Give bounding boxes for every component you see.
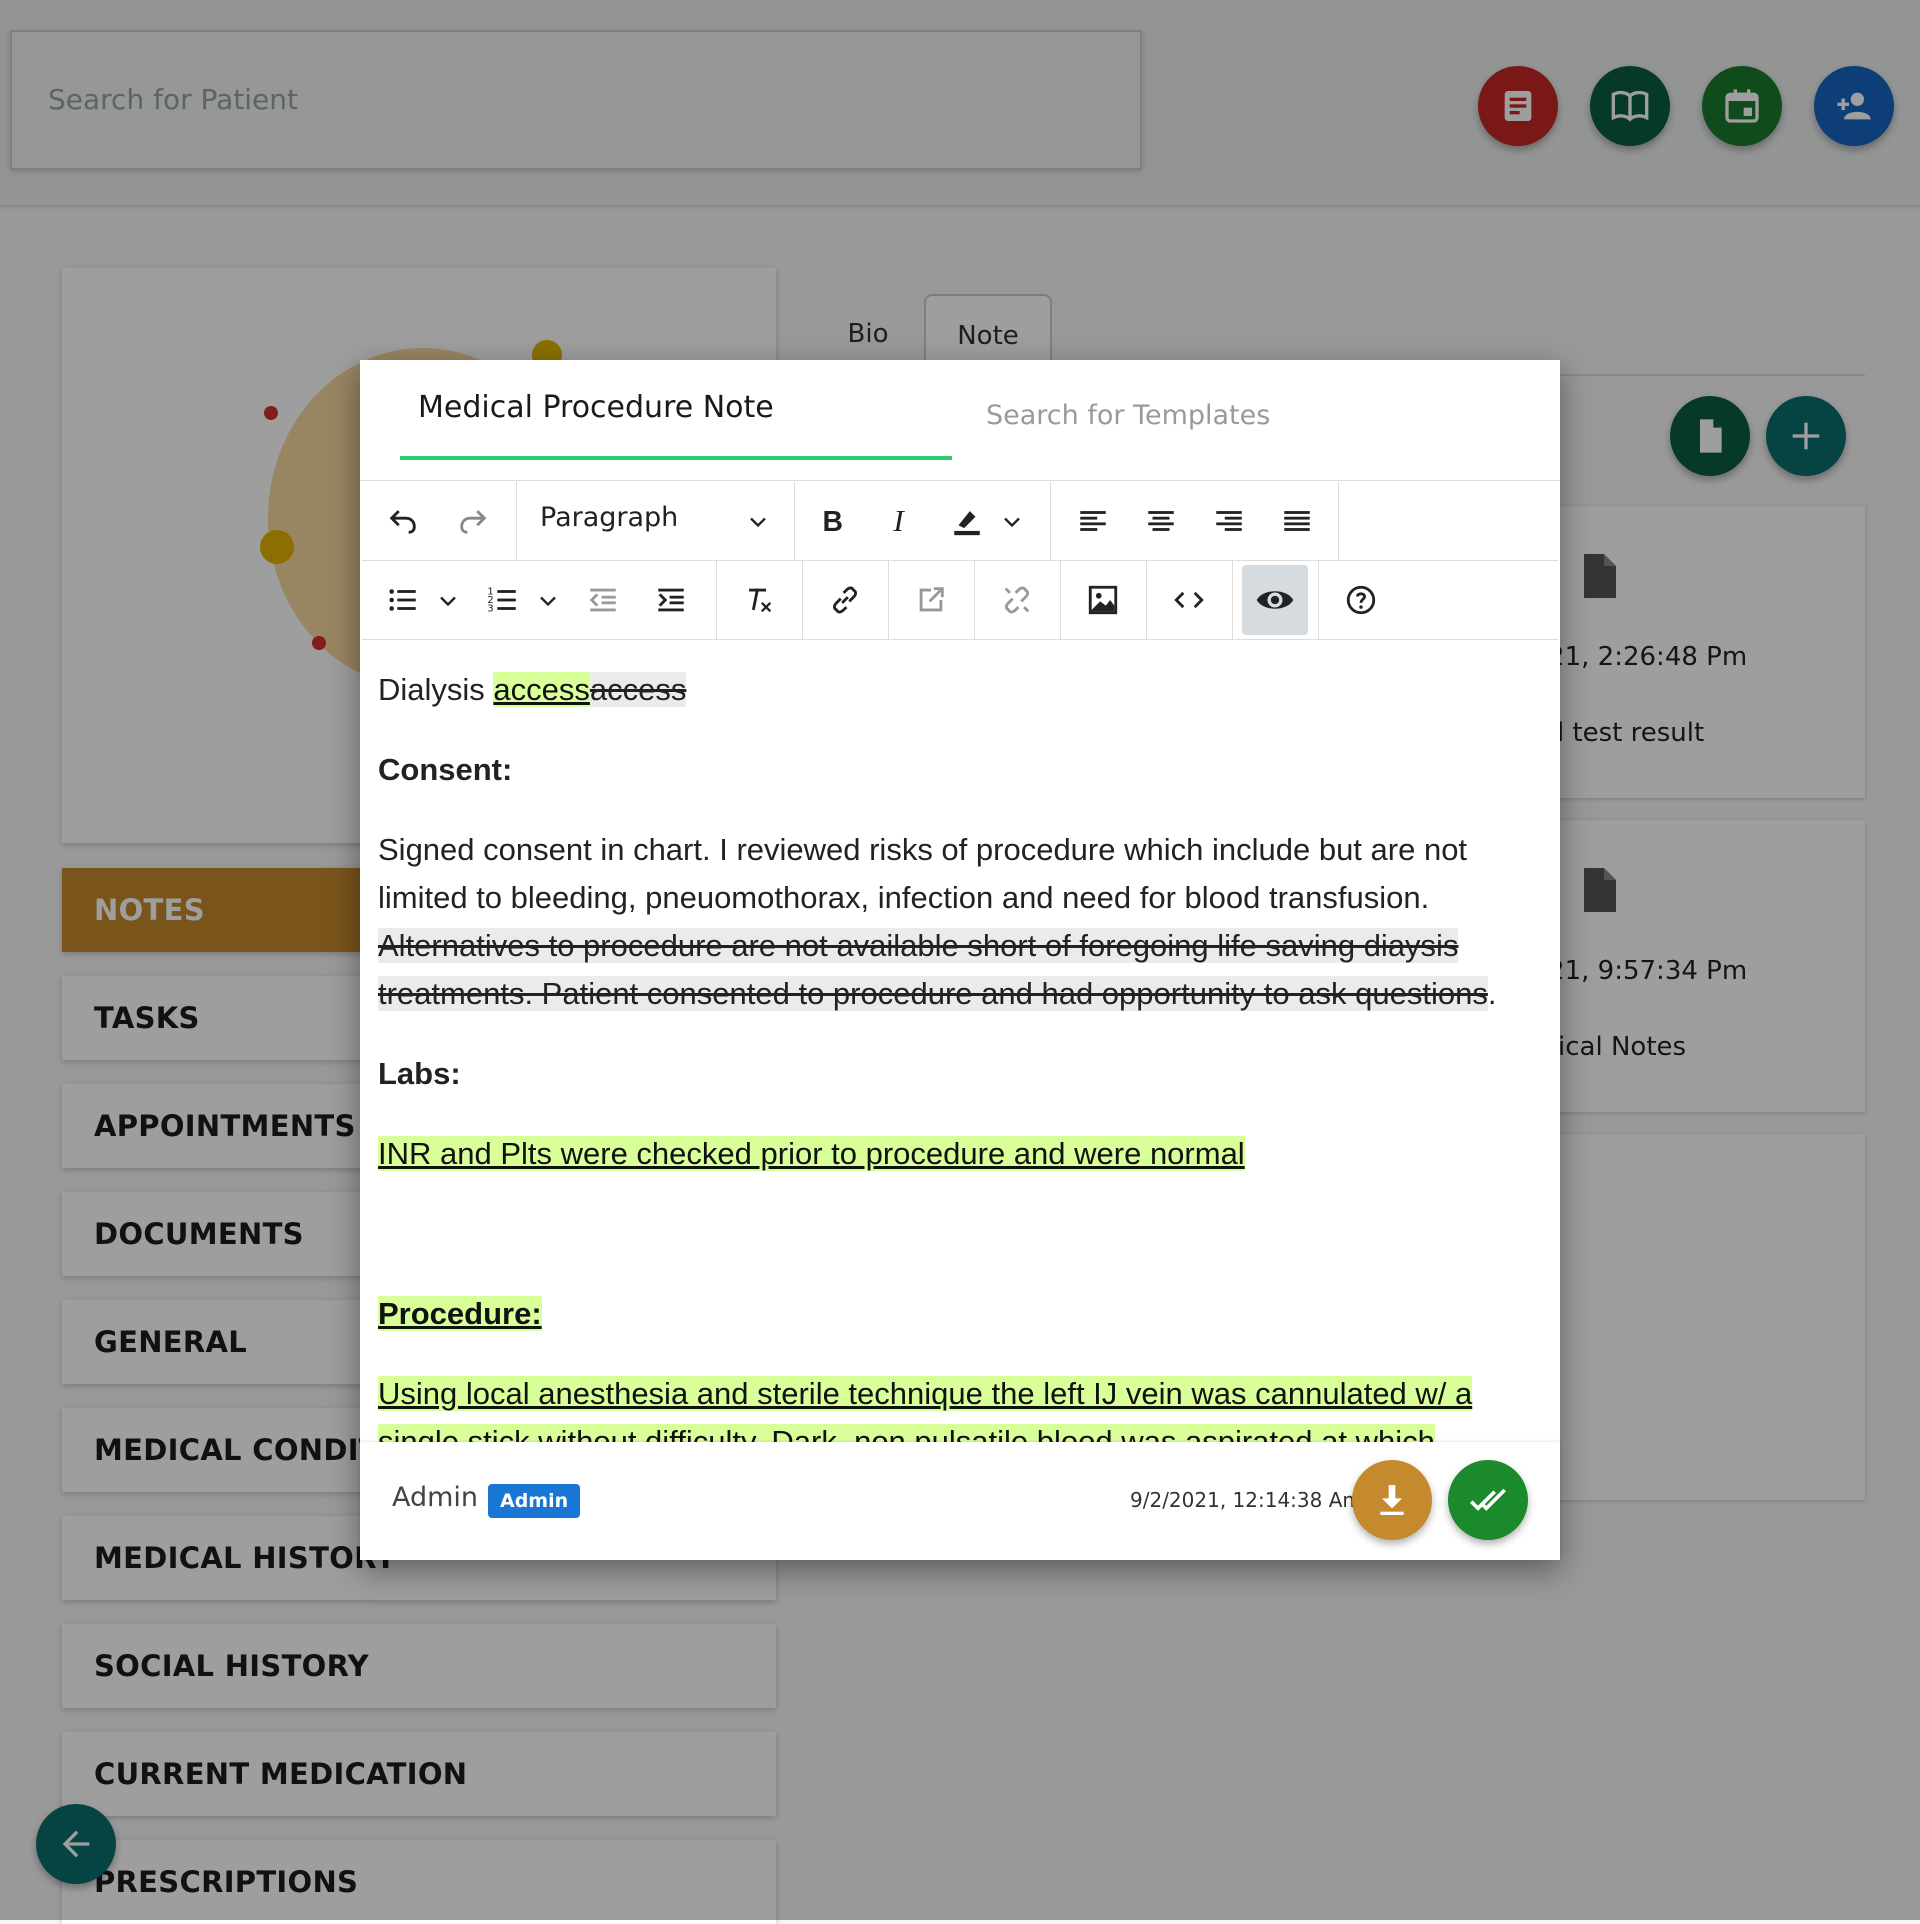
toolbar-group-clear [716, 561, 803, 639]
svg-text:B: B [823, 506, 843, 538]
toolbar-row: Paragraph B I [362, 482, 1558, 561]
redo-icon [460, 510, 487, 534]
italic-button[interactable]: I [874, 496, 924, 546]
undo-button[interactable] [378, 496, 428, 546]
download-icon [1380, 1485, 1404, 1515]
source-code-button[interactable] [1164, 575, 1214, 625]
preview-button[interactable] [1242, 565, 1308, 635]
editor-toolbar: Paragraph B I 1 2 3 [362, 482, 1558, 640]
note-line: Dialysis accessaccess [378, 666, 1548, 714]
italic-icon: I [892, 504, 905, 538]
toolbar-row: 123 [362, 561, 1558, 640]
section-heading: Consent: [378, 752, 513, 787]
note-editor-modal: Medical Procedure Note Search for Templa… [360, 360, 1560, 1560]
toolbar-group-code [1146, 561, 1233, 639]
note-timestamp: 9/2/2021, 12:14:38 Am [1130, 1488, 1362, 1512]
double-check-icon [1470, 1488, 1506, 1511]
indent-icon [658, 588, 684, 612]
code-icon [1174, 591, 1204, 609]
inserted-text: Using local anesthesia and sterile techn… [378, 1376, 1473, 1442]
labs-paragraph: INR and Plts were checked prior to proce… [378, 1130, 1548, 1178]
image-icon [1088, 585, 1118, 615]
align-left-button[interactable] [1068, 496, 1118, 546]
toolbar-group-help [1318, 561, 1404, 639]
toolbar-group-unlink [974, 561, 1061, 639]
undo-icon [389, 510, 416, 534]
procedure-paragraph: Using local anesthesia and sterile techn… [378, 1370, 1548, 1442]
modal-divider [360, 480, 1560, 481]
help-button[interactable] [1336, 575, 1386, 625]
toolbar-group-link [802, 561, 889, 639]
toolbar-group-history [362, 482, 517, 560]
bold-button[interactable]: B [806, 496, 856, 546]
redo-button[interactable] [448, 496, 498, 546]
bullet-list-icon [389, 589, 416, 611]
deleted-text: Alternatives to procedure are not availa… [378, 928, 1488, 1011]
align-center-icon [1148, 511, 1174, 531]
outdent-icon [589, 588, 616, 612]
template-search-input[interactable]: Search for Templates [986, 400, 1526, 450]
bullet-list-button[interactable] [378, 575, 428, 625]
insert-link-button[interactable] [820, 575, 870, 625]
bold-icon: B [823, 506, 843, 538]
toolbar-group-open-link [888, 561, 975, 639]
chevron-down-icon[interactable] [434, 587, 462, 615]
unlink-button[interactable] [992, 575, 1042, 625]
toolbar-group-format: B I [794, 482, 1051, 560]
outdent-button[interactable] [578, 575, 628, 625]
chevron-down-icon[interactable] [998, 508, 1026, 536]
highlight-color-button[interactable] [942, 496, 992, 546]
download-button[interactable] [1352, 1460, 1432, 1540]
save-note-button[interactable] [1448, 1460, 1528, 1540]
note-text: Dialysis [378, 672, 494, 707]
numbered-list-button[interactable]: 123 [478, 575, 528, 625]
section-heading: Labs: [378, 1056, 461, 1091]
toolbar-group-preview [1232, 561, 1319, 639]
svg-text:I: I [892, 504, 905, 538]
modal-footer: Admin Admin 9/2/2021, 12:14:38 Am [360, 1442, 1560, 1560]
insert-image-button[interactable] [1078, 575, 1128, 625]
align-justify-icon [1284, 511, 1310, 531]
align-right-button[interactable] [1204, 496, 1254, 546]
numbered-list-icon: 123 [487, 586, 516, 614]
chevron-down-icon [750, 517, 766, 528]
open-link-button[interactable] [906, 575, 956, 625]
align-center-button[interactable] [1136, 496, 1186, 546]
highlighter-icon [954, 511, 980, 536]
eye-icon [1256, 591, 1294, 609]
block-format-select[interactable]: Paragraph [516, 482, 795, 560]
author-name: Admin [392, 1482, 479, 1513]
unlink-icon [1004, 586, 1030, 614]
consent-paragraph: Signed consent in chart. I reviewed risk… [378, 826, 1548, 1018]
clear-formatting-button[interactable] [734, 575, 784, 625]
external-link-icon [919, 587, 944, 612]
help-icon [1346, 585, 1376, 615]
align-left-icon [1080, 511, 1106, 531]
deleted-text: access [589, 672, 687, 707]
toolbar-group-align [1050, 482, 1339, 560]
active-tab-indicator [400, 456, 952, 460]
note-text: Signed consent in chart. I reviewed risk… [378, 832, 1468, 915]
section-heading: Procedure: [378, 1290, 1548, 1338]
inserted-text: INR and Plts were checked prior to proce… [378, 1136, 1245, 1171]
clear-formatting-icon [749, 588, 772, 613]
inserted-text: access [493, 672, 590, 707]
link-icon [832, 586, 858, 614]
indent-button[interactable] [646, 575, 696, 625]
role-badge: Admin [488, 1484, 581, 1518]
align-justify-button[interactable] [1272, 496, 1322, 546]
note-text: . [1487, 976, 1497, 1011]
inserted-text: Procedure: [378, 1296, 542, 1331]
note-type-title[interactable]: Medical Procedure Note [400, 390, 912, 454]
note-editor-content[interactable]: Dialysis accessaccess Consent: Signed co… [362, 640, 1558, 1442]
chevron-down-icon[interactable] [534, 587, 562, 615]
toolbar-group-lists: 123 [362, 561, 717, 639]
svg-text:3: 3 [487, 603, 493, 614]
block-format-value: Paragraph [540, 502, 679, 533]
toolbar-group-image [1060, 561, 1147, 639]
align-right-icon [1216, 511, 1242, 531]
